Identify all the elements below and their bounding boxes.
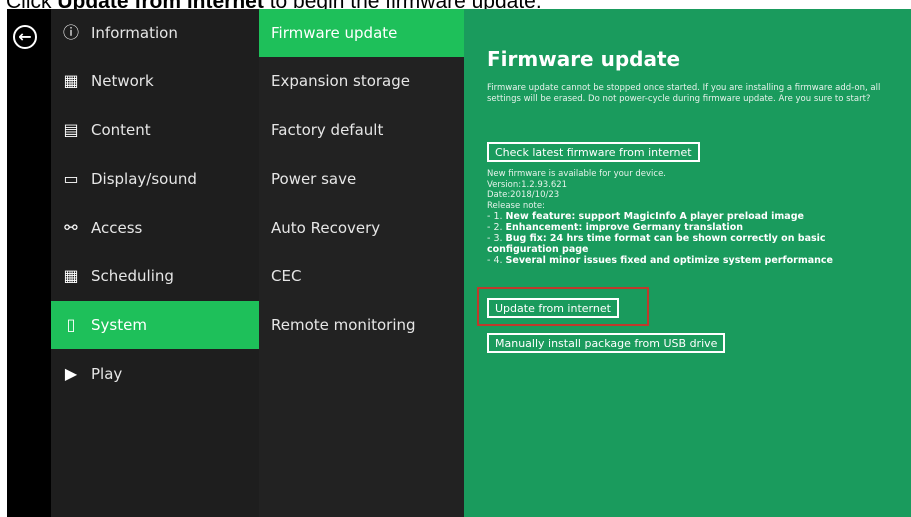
check-firmware-button[interactable]: Check latest firmware from internet: [487, 142, 700, 162]
note-prefix: - 4.: [487, 255, 506, 266]
submenu-label: Factory default: [271, 121, 384, 139]
submenu-expansion-storage[interactable]: Expansion storage: [259, 57, 464, 105]
submenu-power-save[interactable]: Power save: [259, 155, 464, 203]
note-text: Bug fix: 24 hrs time format can be shown…: [487, 233, 826, 255]
info-icon: ⓘ: [62, 23, 79, 42]
note-text: New feature: support MagicInfo A player …: [505, 211, 804, 222]
menu-item-play[interactable]: ▶ Play: [51, 350, 259, 398]
menu-item-scheduling[interactable]: ▦ Scheduling: [51, 252, 259, 300]
submenu-label: Auto Recovery: [271, 219, 381, 237]
release-note-label: Release note:: [487, 200, 545, 211]
note-text: Enhancement: improve Germany translation: [505, 222, 743, 233]
note-prefix: - 3.: [487, 233, 506, 244]
usb-install-button[interactable]: Manually install package from USB drive: [487, 333, 726, 353]
menu-item-network[interactable]: ▦ Network: [51, 57, 259, 105]
available-text: New firmware is available for your devic…: [487, 169, 667, 179]
submenu-label: Firmware update: [271, 24, 398, 42]
note-text: Several minor issues fixed and optimize …: [505, 255, 833, 266]
panel-title: Firmware update: [487, 47, 681, 71]
date-text: Date:2018/10/23: [487, 190, 560, 200]
submenu-label: Remote monitoring: [271, 316, 416, 334]
submenu-firmware-update[interactable]: Firmware update: [259, 9, 464, 57]
release-note-item: - 2. Enhancement: improve Germany transl…: [487, 222, 897, 233]
main-menu: ⓘ Information ▦ Network ▤ Content ▭ Disp…: [51, 9, 259, 517]
menu-item-access[interactable]: ⚯ Access: [51, 204, 259, 252]
clapperboard-icon: ▤: [63, 120, 79, 139]
menu-item-information[interactable]: ⓘ Information: [51, 9, 259, 57]
warning-text: Firmware update cannot be stopped once s…: [487, 83, 881, 104]
menu-item-label: Network: [91, 72, 154, 90]
menu-item-label: Information: [91, 24, 178, 42]
key-icon: ⚯: [64, 218, 78, 237]
release-note-item: - 3. Bug fix: 24 hrs time format can be …: [487, 233, 897, 255]
highlight-box: [477, 287, 649, 326]
system-icon: ▯: [66, 315, 76, 334]
submenu-cec[interactable]: CEC: [259, 252, 464, 300]
system-submenu: Firmware update Expansion storage Factor…: [259, 9, 464, 517]
release-info: New firmware is available for your devic…: [487, 169, 897, 266]
note-prefix: - 1.: [487, 211, 506, 222]
calendar-icon: ▦: [63, 266, 79, 285]
release-note-item: - 1. New feature: support MagicInfo A pl…: [487, 211, 897, 222]
arrow-left-circle-icon[interactable]: ←: [13, 25, 37, 49]
firmware-update-panel: Firmware update Firmware update cannot b…: [464, 9, 911, 517]
menu-item-label: Play: [91, 365, 123, 383]
menu-item-label: Access: [91, 219, 143, 237]
back-column: ←: [7, 9, 51, 517]
menu-item-label: Content: [91, 121, 151, 139]
submenu-label: CEC: [271, 267, 302, 285]
submenu-auto-recovery[interactable]: Auto Recovery: [259, 204, 464, 252]
device-screen: ← ⓘ Information ▦ Network ▤ Content ▭ Di…: [7, 9, 911, 517]
menu-item-display-sound[interactable]: ▭ Display/sound: [51, 155, 259, 203]
menu-item-label: Display/sound: [91, 170, 197, 188]
submenu-factory-default[interactable]: Factory default: [259, 106, 464, 154]
monitor-icon: ▭: [63, 169, 79, 188]
menu-item-label: System: [91, 316, 147, 334]
menu-item-label: Scheduling: [91, 267, 174, 285]
play-icon: ▶: [64, 364, 78, 383]
submenu-label: Expansion storage: [271, 72, 410, 90]
submenu-label: Power save: [271, 170, 357, 188]
network-icon: ▦: [63, 71, 79, 90]
version-text: Version:1.2.93.621: [487, 179, 568, 190]
note-prefix: - 2.: [487, 222, 506, 233]
menu-item-content[interactable]: ▤ Content: [51, 106, 259, 154]
release-note-item: - 4. Several minor issues fixed and opti…: [487, 255, 897, 266]
menu-item-system[interactable]: ▯ System: [51, 301, 259, 349]
submenu-remote-monitoring[interactable]: Remote monitoring: [259, 301, 464, 349]
